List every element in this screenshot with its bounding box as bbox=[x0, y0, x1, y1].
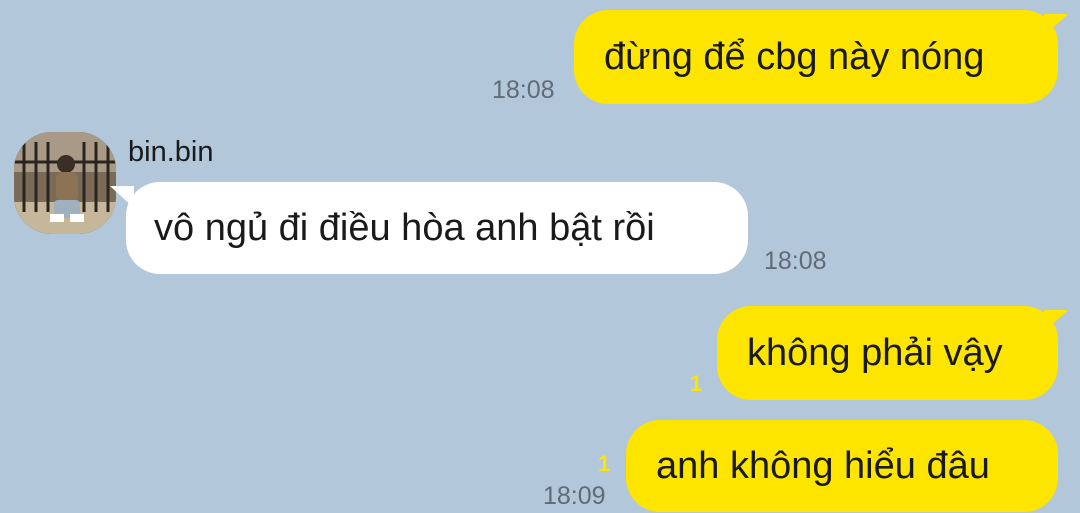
incoming-message-bubble[interactable]: vô ngủ đi điều hòa anh bật rồi bbox=[126, 182, 748, 274]
unread-count: 1 bbox=[690, 371, 703, 396]
message-text: không phải vậy bbox=[747, 332, 1003, 374]
unread-count: 1 bbox=[598, 451, 611, 476]
message-text: anh không hiểu đâu bbox=[656, 445, 990, 487]
contact-avatar[interactable] bbox=[14, 132, 116, 234]
outgoing-message-bubble[interactable]: không phải vậy bbox=[717, 306, 1058, 400]
message-text: đừng để cbg này nóng bbox=[604, 36, 985, 78]
message-timestamp: 18:08 bbox=[492, 76, 555, 104]
avatar-photo bbox=[14, 132, 116, 234]
bubble-tail bbox=[1044, 310, 1068, 332]
message-timestamp: 18:08 bbox=[764, 247, 827, 275]
outgoing-message-bubble[interactable]: anh không hiểu đâu bbox=[626, 420, 1058, 512]
message-text: vô ngủ đi điều hòa anh bật rồi bbox=[154, 207, 655, 249]
bubble-tail bbox=[1044, 14, 1068, 36]
sender-name: bin.bin bbox=[128, 136, 214, 168]
bubble-tail bbox=[110, 186, 134, 208]
message-timestamp: 18:09 bbox=[543, 482, 606, 510]
outgoing-message-bubble[interactable]: đừng để cbg này nóng bbox=[574, 10, 1058, 104]
